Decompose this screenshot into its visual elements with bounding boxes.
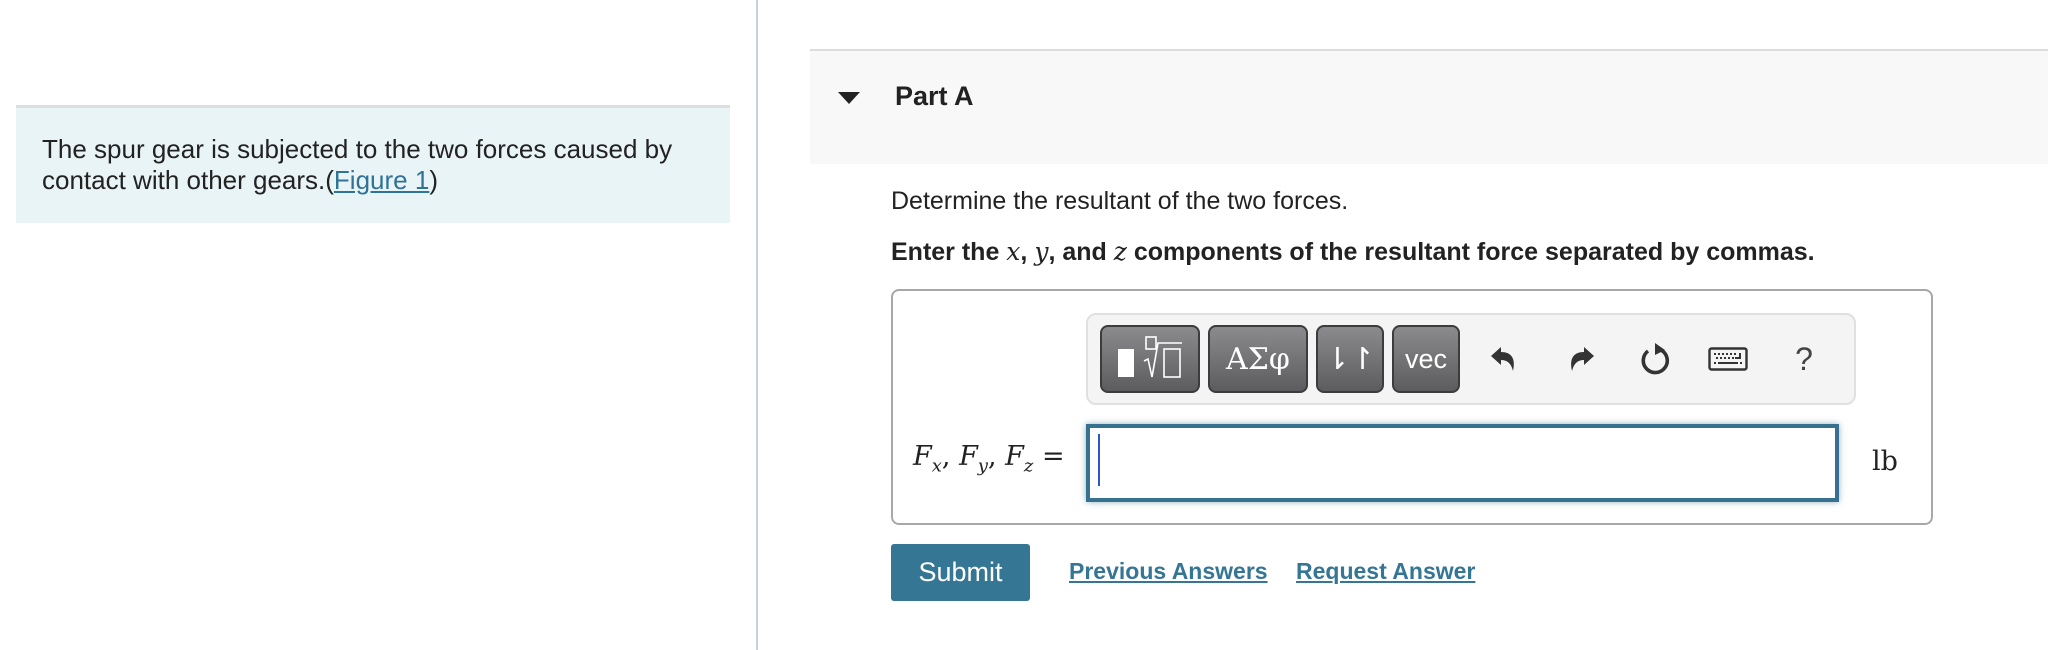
previous-answers-link[interactable]: Previous Answers [1069, 558, 1268, 585]
greek-symbols-button[interactable]: ΑΣφ [1208, 325, 1308, 393]
redo-icon [1571, 347, 1594, 371]
question-instruction: Enter the x, y, and z components of the … [891, 237, 1815, 267]
comma: , [941, 441, 960, 472]
sep: , and [1048, 238, 1114, 266]
keyboard-button[interactable] [1706, 335, 1750, 383]
sub-y: y [977, 455, 988, 477]
equals: = [1033, 441, 1065, 472]
instruction-prefix: Enter the [891, 238, 1007, 266]
pane-divider[interactable] [756, 0, 758, 650]
math-toolbar: ΑΣφ ⇂↾ vec ? [1086, 313, 1856, 405]
problem-intro: The spur gear is subjected to the two fo… [16, 105, 730, 223]
request-answer-link[interactable]: Request Answer [1296, 558, 1475, 585]
answer-box: ΑΣφ ⇂↾ vec ? Fx, Fy, Fz = lb [891, 289, 1933, 525]
templates-button[interactable] [1100, 325, 1200, 393]
sep: , [1020, 238, 1035, 266]
intro-text-end: ) [429, 165, 438, 195]
label-f: F [959, 441, 978, 472]
comma: , [987, 441, 1006, 472]
sub-x: x [931, 455, 942, 477]
answer-label: Fx, Fy, Fz = [913, 441, 1065, 476]
subscript-superscript-button[interactable]: ⇂↾ [1316, 325, 1384, 393]
var-x: x [1006, 237, 1021, 266]
templates-root-icon [1118, 336, 1182, 378]
label-f: F [913, 441, 932, 472]
sub-z: z [1023, 455, 1034, 477]
redo-button[interactable] [1559, 335, 1603, 383]
undo-icon [1491, 347, 1514, 371]
submit-button[interactable]: Submit [891, 544, 1030, 601]
part-title: Part A [895, 81, 974, 111]
reset-icon [1641, 343, 1670, 375]
text-cursor [1098, 434, 1100, 486]
reset-button[interactable] [1634, 335, 1678, 383]
undo-button[interactable] [1482, 335, 1526, 383]
vector-button[interactable]: vec [1392, 325, 1460, 393]
unit-label: lb [1872, 446, 1898, 477]
label-f: F [1005, 441, 1024, 472]
answer-input[interactable] [1086, 424, 1839, 502]
question-prompt: Determine the resultant of the two force… [891, 187, 1349, 215]
caret-down-icon[interactable] [838, 92, 860, 104]
instruction-suffix: components of the resultant force separa… [1126, 238, 1815, 266]
help-button[interactable]: ? [1782, 335, 1826, 383]
left-pane: The spur gear is subjected to the two fo… [0, 0, 756, 650]
figure-link[interactable]: Figure 1 [334, 165, 429, 195]
var-z: z [1113, 237, 1127, 266]
keyboard-icon [1708, 347, 1748, 371]
var-y: y [1034, 237, 1049, 266]
part-header[interactable]: Part A [810, 49, 2048, 164]
